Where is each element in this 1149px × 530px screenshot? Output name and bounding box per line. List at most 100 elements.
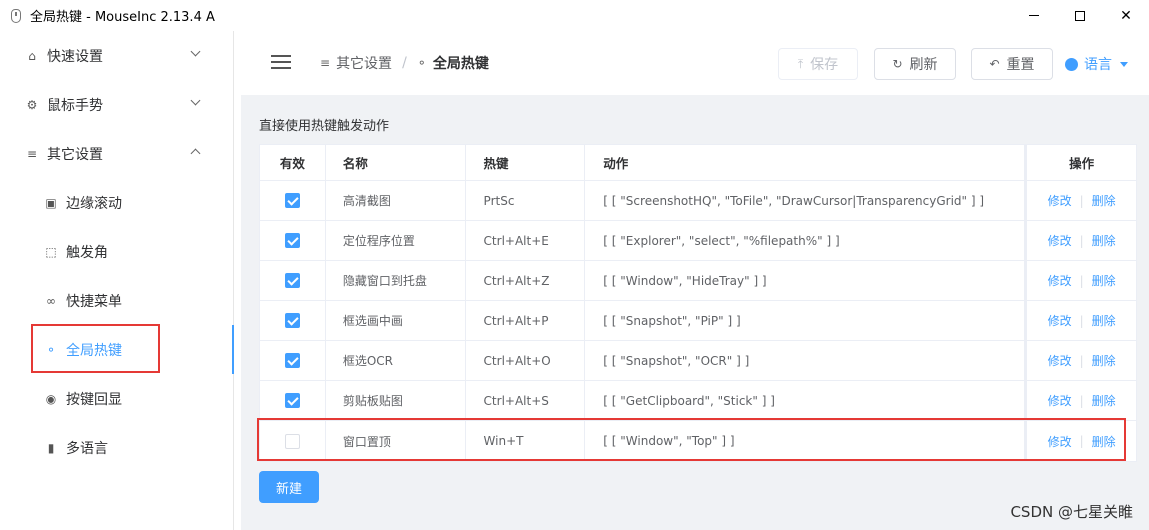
operations-cell: 修改 | 删除 xyxy=(1025,381,1136,420)
enabled-checkbox[interactable] xyxy=(284,193,300,208)
key-icon: ⚬ xyxy=(416,56,427,70)
hamburger-menu-icon[interactable] xyxy=(271,55,291,69)
refresh-icon: ↻ xyxy=(892,57,903,71)
sidebar-item-other-settings[interactable]: ≡ 其它设置 xyxy=(0,129,233,178)
enabled-cell xyxy=(260,261,326,300)
sidebar-item-key-echo[interactable]: ◉ 按键回显 xyxy=(0,374,233,423)
sidebar-item-mouse-gestures[interactable]: ⚙ 鼠标手势 xyxy=(0,80,233,129)
save-button[interactable]: ⤒ 保存 xyxy=(778,48,858,80)
hotkey-cell: Ctrl+Alt+S xyxy=(466,381,586,420)
save-button-label: 保存 xyxy=(810,57,839,73)
mouse-icon xyxy=(11,8,21,23)
minimize-button[interactable] xyxy=(1011,0,1057,31)
enabled-checkbox[interactable] xyxy=(284,393,300,408)
operations-separator: | xyxy=(1079,353,1084,368)
edit-link[interactable]: 修改 xyxy=(1048,392,1072,409)
edit-link[interactable]: 修改 xyxy=(1048,192,1072,209)
enabled-checkbox[interactable] xyxy=(284,273,300,288)
enabled-cell xyxy=(260,341,326,380)
sidebar-item-label: 其它设置 xyxy=(47,146,103,163)
sidebar: ⌂ 快速设置 ⚙ 鼠标手势 ≡ 其它设置 ▣ 边缘滚动 ⬚ 触发角 ∞ 快捷菜单… xyxy=(0,31,234,530)
operations-separator: | xyxy=(1079,313,1084,328)
monitor-icon: ▣ xyxy=(45,195,57,210)
enabled-checkbox[interactable] xyxy=(284,353,300,368)
reset-button-label: 重置 xyxy=(1006,57,1035,73)
operations-cell: 修改 | 删除 xyxy=(1025,301,1136,340)
sliders-icon: ≡ xyxy=(26,146,38,161)
delete-link[interactable]: 删除 xyxy=(1092,392,1116,409)
delete-link[interactable]: 删除 xyxy=(1092,232,1116,249)
header: ≡ 其它设置 / ⚬ 全局热键 ⤒ 保存 ↻ 刷新 ↶ 重置 语言 xyxy=(234,31,1149,95)
enabled-checkbox[interactable] xyxy=(284,233,300,248)
table-header: 有效 名称 热键 动作 操作 xyxy=(260,145,1136,181)
language-dropdown[interactable]: 语言 xyxy=(1065,54,1128,74)
language-label: 语言 xyxy=(1084,57,1112,73)
table-row: 框选OCR Ctrl+Alt+O[ [ "Snapshot", "OCR" ] ]… xyxy=(260,341,1136,381)
edit-link[interactable]: 修改 xyxy=(1048,232,1072,249)
sidebar-item-label: 触发角 xyxy=(66,244,108,261)
window-title: 全局热键 - MouseInc 2.13.4 A xyxy=(30,10,215,25)
delete-link[interactable]: 删除 xyxy=(1092,312,1116,329)
enabled-cell xyxy=(260,301,326,340)
breadcrumb-current: 全局热键 xyxy=(432,56,489,72)
action-cell: [ [ "GetClipboard", "Stick" ] ] xyxy=(585,381,1026,420)
operations-cell: 修改 | 删除 xyxy=(1025,261,1136,300)
action-cell: [ [ "Window", "HideTray" ] ] xyxy=(585,261,1026,300)
operations-separator: | xyxy=(1079,393,1084,408)
gear-icon: ⚙ xyxy=(26,97,38,112)
sidebar-item-label: 鼠标手势 xyxy=(47,97,103,114)
enabled-cell xyxy=(260,181,326,220)
hotkey-table: 有效 名称 热键 动作 操作 高清截图 PrtSc[ [ "ScreenshotH… xyxy=(259,144,1137,462)
new-button[interactable]: 新建 xyxy=(259,471,319,503)
refresh-button[interactable]: ↻ 刷新 xyxy=(874,48,956,80)
edit-link[interactable]: 修改 xyxy=(1048,272,1072,289)
watermark: CSDN @七星关睢 xyxy=(1010,503,1133,521)
sidebar-item-quick-settings[interactable]: ⌂ 快速设置 xyxy=(0,31,233,80)
table-row: 框选画中画 Ctrl+Alt+P[ [ "Snapshot", "PiP" ] ]… xyxy=(260,301,1136,341)
hotkey-cell: PrtSc xyxy=(466,181,586,220)
action-cell: [ [ "Explorer", "select", "%filepath%" ]… xyxy=(585,221,1026,260)
enabled-checkbox[interactable] xyxy=(284,313,300,328)
hotkey-cell: Ctrl+Alt+E xyxy=(466,221,586,260)
caret-down-icon xyxy=(1120,61,1128,67)
microphone-icon: ▮ xyxy=(47,440,55,455)
delete-link[interactable]: 删除 xyxy=(1092,272,1116,289)
eye-icon: ◉ xyxy=(45,391,57,406)
close-icon: ✕ xyxy=(1120,7,1132,24)
sidebar-item-edge-scroll[interactable]: ▣ 边缘滚动 xyxy=(0,178,233,227)
operations-cell: 修改 | 删除 xyxy=(1025,221,1136,260)
enabled-cell xyxy=(260,221,326,260)
maximize-button[interactable] xyxy=(1057,0,1103,31)
delete-link[interactable]: 删除 xyxy=(1092,352,1116,369)
breadcrumb-item[interactable]: 其它设置 xyxy=(336,53,392,73)
operations-cell: 修改 | 删除 xyxy=(1025,181,1136,220)
column-header-operations: 操作 xyxy=(1025,145,1136,180)
enabled-cell xyxy=(260,381,326,420)
section-title: 直接使用热键触发动作 xyxy=(259,119,390,134)
maximize-icon xyxy=(1075,10,1085,21)
edit-link[interactable]: 修改 xyxy=(1048,352,1072,369)
sidebar-item-hot-corners[interactable]: ⬚ 触发角 xyxy=(0,227,233,276)
table-row: 隐藏窗口到托盘 Ctrl+Alt+Z[ [ "Window", "HideTray… xyxy=(260,261,1136,301)
corners-icon: ⬚ xyxy=(45,244,57,259)
column-header-hotkey: 热键 xyxy=(466,145,586,180)
title-bar: 全局热键 - MouseInc 2.13.4 A ✕ xyxy=(0,0,1149,31)
action-cell: [ [ "Snapshot", "PiP" ] ] xyxy=(585,301,1026,340)
name-cell: 框选画中画 xyxy=(326,301,466,340)
chevron-down-icon xyxy=(190,46,201,57)
sidebar-item-languages[interactable]: ▮ 多语言 xyxy=(0,423,233,472)
name-cell: 隐藏窗口到托盘 xyxy=(326,261,466,300)
home-icon: ⌂ xyxy=(28,48,36,63)
sidebar-item-quick-menu[interactable]: ∞ 快捷菜单 xyxy=(0,276,233,325)
operations-separator: | xyxy=(1079,193,1084,208)
reset-button[interactable]: ↶ 重置 xyxy=(971,48,1053,80)
hotkey-cell: Ctrl+Alt+O xyxy=(466,341,586,380)
action-cell: [ [ "ScreenshotHQ", "ToFile", "DrawCurso… xyxy=(585,181,1026,220)
sidebar-item-label: 快捷菜单 xyxy=(66,293,122,310)
upload-icon: ⤒ xyxy=(797,56,804,71)
close-button[interactable]: ✕ xyxy=(1103,0,1149,31)
delete-link[interactable]: 删除 xyxy=(1092,192,1116,209)
operations-cell: 修改 | 删除 xyxy=(1025,341,1136,380)
action-cell: [ [ "Snapshot", "OCR" ] ] xyxy=(585,341,1026,380)
edit-link[interactable]: 修改 xyxy=(1048,312,1072,329)
